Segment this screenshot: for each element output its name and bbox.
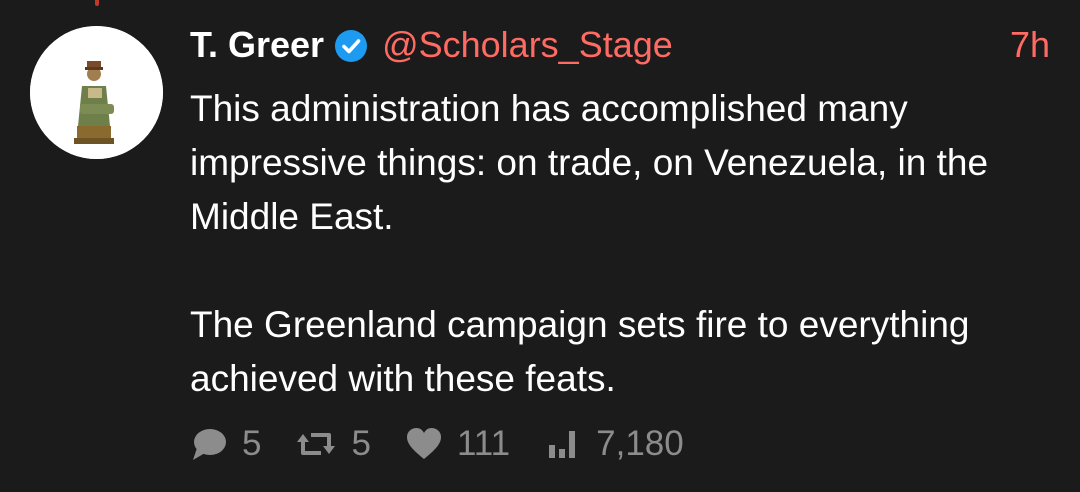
reply-button[interactable]: 5 [190,424,261,464]
heart-icon [405,426,443,462]
retweet-icon [295,425,337,463]
avatar[interactable] [30,26,163,159]
like-count: 111 [456,424,511,463]
tweet-header: T. Greer @Scholars_Stage 7h [190,22,1050,68]
tweet-paragraph: This administration has accomplished man… [190,88,989,237]
author-name[interactable]: T. Greer [190,22,324,68]
views-button[interactable]: 7,180 [546,424,684,464]
avatar-statue-image [30,26,163,159]
retweet-count: 5 [351,424,371,463]
thread-connector-line [95,0,99,6]
tweet-actions-bar: 5 5 111 7,180 [190,420,684,468]
reply-count: 5 [242,424,262,463]
tweet-timestamp[interactable]: 7h [1010,22,1050,68]
tweet-card[interactable]: T. Greer @Scholars_Stage 7h This adminis… [0,0,1080,492]
tweet-paragraph: The Greenland campaign sets fire to ever… [190,304,970,399]
retweet-button[interactable]: 5 [295,424,371,464]
like-button[interactable]: 111 [405,424,510,464]
view-count: 7,180 [596,424,684,463]
tweet-text: This administration has accomplished man… [190,82,1040,406]
verified-badge-icon [334,28,368,62]
author-handle[interactable]: @Scholars_Stage [382,22,673,68]
comment-bubble-icon [190,425,228,463]
bar-chart-icon [546,427,582,461]
